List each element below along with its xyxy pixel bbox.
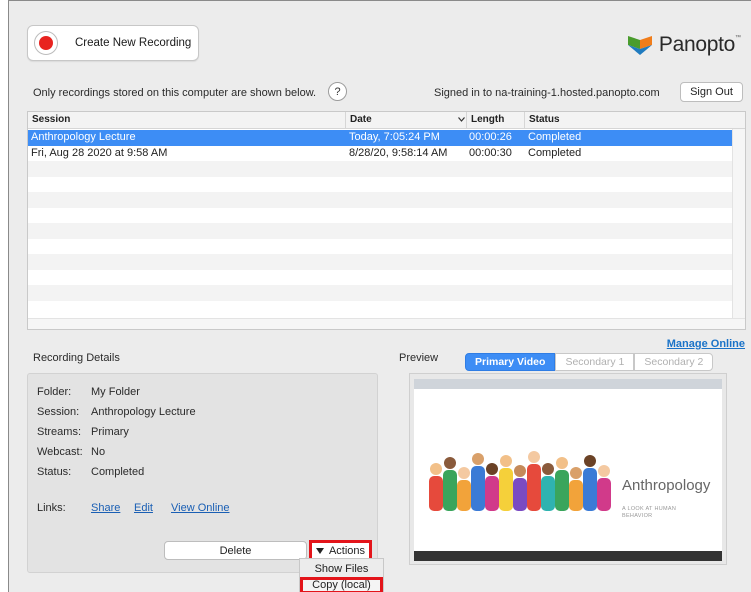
folder-label: Folder: <box>37 386 72 398</box>
status-label: Status: <box>37 466 72 478</box>
table-row[interactable]: Anthropology Lecture Today, 7:05:24 PM 0… <box>28 130 733 146</box>
sign-out-button[interactable]: Sign Out <box>680 82 743 102</box>
column-length[interactable]: Length <box>466 112 524 128</box>
row-length: 00:00:26 <box>469 131 512 143</box>
preview-tabs: Primary Video Secondary 1 Secondary 2 <box>465 353 714 371</box>
manage-online-link[interactable]: Manage Online <box>667 338 745 350</box>
streams-value: Primary <box>91 426 129 438</box>
help-button[interactable]: ? <box>328 82 347 101</box>
empty-row <box>28 192 733 208</box>
column-date[interactable]: Date <box>345 112 466 128</box>
people-illustration <box>429 451 611 511</box>
session-value: Anthropology Lecture <box>91 406 196 418</box>
empty-row <box>28 239 733 255</box>
slide-subtitle-line-1: A LOOK AT HUMAN <box>622 506 677 512</box>
folder-value: My Folder <box>91 386 140 398</box>
row-date: Today, 7:05:24 PM <box>349 131 440 143</box>
empty-row <box>28 285 733 301</box>
recorder-window: Create New Recording Panopto ™ Only reco… <box>8 0 751 592</box>
tab-secondary-2[interactable]: Secondary 2 <box>634 353 714 371</box>
menu-item-copy-local[interactable]: Copy (local) <box>300 577 383 592</box>
column-status[interactable]: Status <box>524 112 745 128</box>
sort-chevron-down-icon[interactable] <box>458 117 465 122</box>
tab-secondary-1[interactable]: Secondary 1 <box>555 353 635 371</box>
edit-link[interactable]: Edit <box>134 502 153 514</box>
row-length: 00:00:30 <box>469 146 512 159</box>
streams-label: Streams: <box>37 426 82 438</box>
status-value: Completed <box>91 466 145 478</box>
row-date: 8/28/20, 9:58:14 AM <box>349 146 448 159</box>
webcast-value: No <box>91 446 106 458</box>
table-header: Session Date Length Status <box>28 112 745 129</box>
empty-row <box>28 270 733 286</box>
view-online-link[interactable]: View Online <box>171 502 230 514</box>
recordings-table: Session Date Length Status Anthropology … <box>27 111 746 330</box>
logo-text: Panopto <box>658 33 735 56</box>
row-session: Anthropology Lecture <box>31 131 136 143</box>
column-session[interactable]: Session <box>28 112 345 128</box>
vertical-scrollbar[interactable] <box>732 129 745 329</box>
create-recording-label: Create New Recording <box>75 37 192 49</box>
horizontal-scrollbar[interactable] <box>28 318 745 329</box>
triangle-down-icon <box>315 547 324 554</box>
empty-row <box>28 208 733 224</box>
trademark: ™ <box>735 35 741 41</box>
webcast-label: Webcast: <box>37 446 83 458</box>
empty-row <box>28 161 733 177</box>
signed-in-status: Signed in to na-training-1.hosted.panopt… <box>434 87 660 99</box>
recording-details-panel: Folder: My Folder Session: Anthropology … <box>27 373 378 573</box>
tab-primary-video[interactable]: Primary Video <box>465 353 556 371</box>
slide-footer-bar <box>414 551 722 561</box>
row-session: Fri, Aug 28 2020 at 9:58 AM <box>31 146 168 159</box>
empty-row <box>28 254 733 270</box>
session-label: Session: <box>37 406 80 418</box>
recording-details-title: Recording Details <box>33 352 120 364</box>
delete-button[interactable]: Delete <box>164 541 307 560</box>
table-row[interactable]: Fri, Aug 28 2020 at 9:58 AM 8/28/20, 9:5… <box>28 146 733 162</box>
empty-row <box>28 223 733 239</box>
panopto-logo: Panopto ™ <box>626 33 741 57</box>
record-icon <box>34 31 58 55</box>
actions-label: Actions <box>328 544 366 557</box>
empty-row <box>28 177 733 193</box>
slide-title: Anthropology <box>622 477 711 494</box>
menu-item-show-files[interactable]: Show Files <box>300 561 383 577</box>
links-label: Links: <box>37 502 66 514</box>
create-new-recording-button[interactable]: Create New Recording <box>27 25 199 61</box>
slide-subtitle-line-2: BEHAVIOR <box>622 513 653 519</box>
preview-title: Preview <box>399 352 439 364</box>
row-status: Completed <box>528 131 582 143</box>
actions-dropdown-menu: Show Files Copy (local) <box>299 558 384 592</box>
panopto-logo-icon <box>627 36 652 55</box>
video-preview: Anthropology A LOOK AT HUMAN BEHAVIOR <box>409 373 727 565</box>
row-status: Completed <box>528 146 582 159</box>
local-recordings-note: Only recordings stored on this computer … <box>33 87 317 99</box>
empty-row <box>28 301 733 317</box>
slide-thumbnail: Anthropology A LOOK AT HUMAN BEHAVIOR <box>414 389 722 551</box>
slide-toolbar <box>414 379 722 389</box>
share-link[interactable]: Share <box>91 502 120 514</box>
